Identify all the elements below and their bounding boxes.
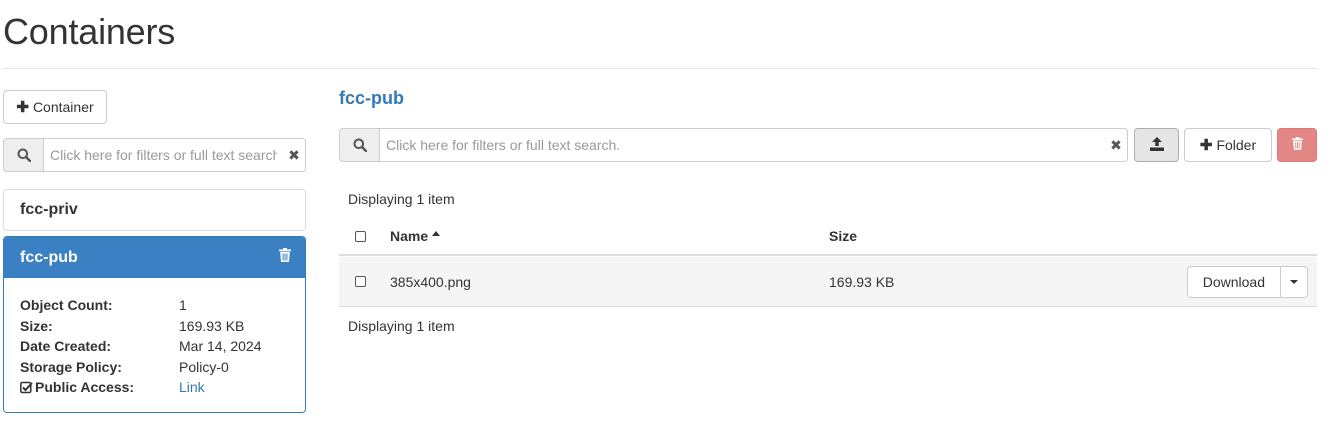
clear-icon[interactable]: ✖ <box>283 147 305 164</box>
add-folder-label: Folder <box>1216 137 1257 153</box>
trash-icon[interactable] <box>279 248 291 267</box>
column-header-size[interactable]: Size <box>829 228 857 244</box>
container-item-fcc-priv[interactable]: fcc-priv <box>3 189 306 231</box>
download-button-group: Download <box>1186 266 1308 298</box>
sort-ascending-icon <box>432 230 441 236</box>
container-list: fcc-priv fcc-pub Object Count: 1 Size: 1… <box>3 189 306 413</box>
detail-date-created: Date Created: Mar 14, 2024 <box>20 338 262 355</box>
search-icon <box>3 138 44 172</box>
upload-icon <box>1149 136 1164 154</box>
container-item-fcc-pub[interactable]: fcc-pub Object Count: 1 Size: 169.93 KB … <box>3 236 306 413</box>
public-access-link[interactable]: Link <box>179 379 205 395</box>
upload-button[interactable] <box>1134 128 1179 162</box>
trash-icon <box>1291 137 1303 153</box>
caret-down-icon <box>1290 280 1298 284</box>
object-size: 169.93 KB <box>829 273 895 290</box>
clear-icon[interactable]: ✖ <box>1105 137 1127 154</box>
displaying-count-bottom: Displaying 1 item <box>348 318 455 334</box>
row-actions-dropdown[interactable] <box>1281 266 1308 298</box>
plus-icon: ✚ <box>16 99 29 116</box>
object-search-input[interactable] <box>380 129 1105 161</box>
plus-icon: ✚ <box>1199 137 1213 154</box>
search-icon <box>339 128 380 162</box>
displaying-count-top: Displaying 1 item <box>348 191 455 207</box>
column-header-name[interactable]: Name <box>390 228 829 244</box>
public-access-label: Public Access: <box>35 379 135 396</box>
table-header: Name Size <box>339 218 1317 256</box>
detail-size: Size: 169.93 KB <box>20 317 245 334</box>
current-container-title[interactable]: fcc-pub <box>339 88 404 109</box>
add-container-button[interactable]: ✚ Container <box>3 90 107 124</box>
download-button[interactable]: Download <box>1186 266 1281 298</box>
table-row[interactable]: 385x400.png 169.93 KB Download <box>339 257 1317 307</box>
add-container-label: Container <box>32 99 94 115</box>
row-checkbox[interactable] <box>355 276 366 287</box>
detail-public-access: Public Access: Link <box>20 377 289 398</box>
select-all-checkbox[interactable] <box>355 230 366 242</box>
object-name[interactable]: 385x400.png <box>390 274 829 290</box>
page-title: Containers <box>3 11 176 52</box>
container-name: fcc-priv <box>20 201 78 218</box>
detail-storage-policy: Storage Policy: Policy-0 <box>20 358 229 375</box>
container-details: Object Count: 1 Size: 169.93 KB Date Cre… <box>4 278 305 412</box>
header-divider <box>3 68 1317 69</box>
container-search: ✖ <box>3 138 306 172</box>
container-name: fcc-pub <box>20 248 78 266</box>
add-folder-button[interactable]: ✚ Folder <box>1184 128 1272 162</box>
active-container-header[interactable]: fcc-pub <box>4 237 305 278</box>
checkbox-checked-icon[interactable] <box>20 381 33 394</box>
object-search: ✖ <box>339 128 1128 162</box>
container-search-input[interactable] <box>44 139 283 171</box>
detail-object-count: Object Count: 1 <box>20 297 187 314</box>
delete-button[interactable] <box>1277 128 1317 162</box>
